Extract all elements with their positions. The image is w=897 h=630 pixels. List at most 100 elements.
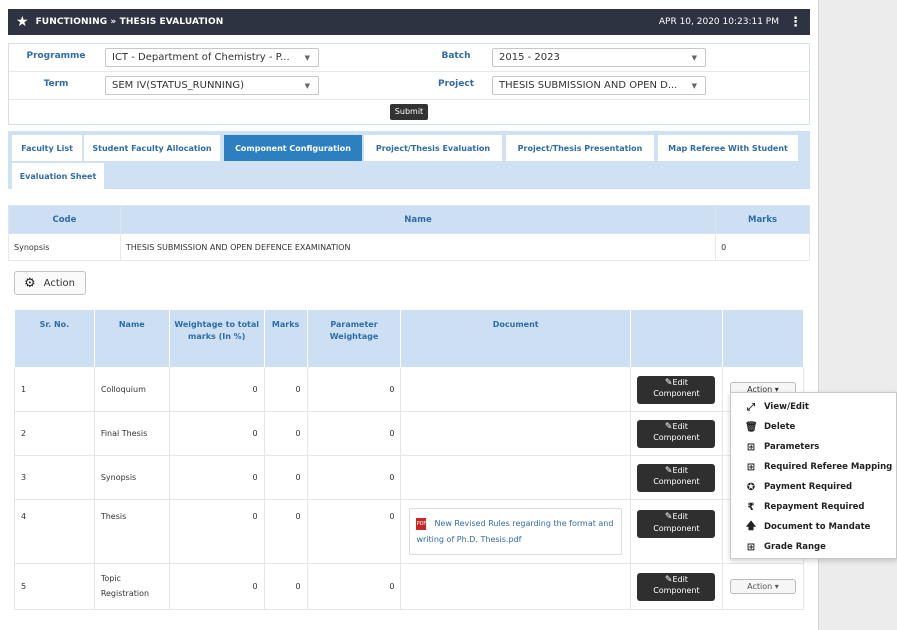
marks-cell: 0 <box>263 367 308 412</box>
action-button-label: Action <box>43 277 75 289</box>
table-row: 3 Synopsis 0 0 0 ✎Edit Component <box>14 455 805 500</box>
edit-component-button[interactable]: ✎Edit Component <box>637 572 716 601</box>
document-cell <box>400 563 631 610</box>
weightage-cell: 0 <box>168 499 265 564</box>
parameter-cell: 0 <box>306 563 402 610</box>
datetime: APR 10, 2020 10:23:11 PM <box>658 17 779 27</box>
edit-cell: ✎Edit Component <box>629 367 723 412</box>
action-dropdown-menu: ⤢ View/Edit 🗑 Delete ⊞ Parameters ⊞ Required… <box>730 392 897 559</box>
name-cell: Colloquium <box>93 367 170 412</box>
project-summary-table: Code Name Marks Synopsis THESIS SUBMISSI… <box>8 205 810 261</box>
document-cell <box>400 411 631 456</box>
column-header-marks: Marks <box>263 309 308 368</box>
badge-check-icon: ✪ <box>746 481 756 493</box>
action-button[interactable]: ⚙ Action <box>14 271 86 295</box>
column-header-weightage: Weightage to total marks (In %) <box>168 309 265 368</box>
column-header-sr-no: Sr. No. <box>14 309 95 368</box>
sr-cell: 4 <box>14 499 95 564</box>
menu-item-required-referee-mapping[interactable]: ⊞ Required Referee Mapping <box>745 459 892 475</box>
table-row: Synopsis THESIS SUBMISSION AND OPEN DEFE… <box>8 233 810 261</box>
marks-cell: 0 <box>263 455 308 500</box>
pdf-icon: PDF <box>416 517 427 530</box>
edit-component-button[interactable]: ✎Edit Component <box>637 463 716 492</box>
submit-button[interactable]: Submit <box>390 104 428 120</box>
document-filename: New Revised Rules regarding the format a… <box>416 519 614 544</box>
tab-bar: Faculty List Student Faculty Allocation … <box>8 131 810 189</box>
table-row: 5 Topic Registration 0 0 0 ✎Edit Componen… <box>14 563 805 610</box>
marks-cell: 0 <box>263 499 308 564</box>
breadcrumb: FUNCTIONING » THESIS EVALUATION <box>35 17 224 27</box>
rupee-icon: ₹ <box>747 501 755 513</box>
menu-item-repayment-required[interactable]: ₹ Repayment Required <box>745 499 865 515</box>
caret-down-icon: ▾ <box>774 582 779 591</box>
weightage-cell: 0 <box>168 367 265 412</box>
tab-project-thesis-presentation[interactable]: Project/Thesis Presentation <box>506 135 654 161</box>
term-select[interactable]: SEM IV(STATUS_RUNNING) ▼ <box>105 76 319 95</box>
edit-cell: ✎Edit Component <box>629 411 723 456</box>
filter-row-2: Term SEM IV(STATUS_RUNNING) ▼ Project THE… <box>9 72 809 100</box>
star-icon: ★ <box>16 14 29 30</box>
edit-component-button[interactable]: ✎Edit Component <box>637 375 716 404</box>
menu-item-parameters[interactable]: ⊞ Parameters <box>745 439 820 455</box>
edit-component-button[interactable]: ✎Edit Component <box>637 510 716 538</box>
menu-item-payment-required[interactable]: ✪ Payment Required <box>745 479 852 495</box>
row-action-dropdown[interactable]: Action ▾ <box>729 579 796 594</box>
programme-label: Programme <box>26 51 86 61</box>
sr-cell: 2 <box>14 411 95 456</box>
tab-evaluation-sheet[interactable]: Evaluation Sheet <box>12 163 104 189</box>
column-header-name: Name <box>93 309 170 368</box>
weightage-cell: 0 <box>168 563 265 610</box>
column-header-parameter-weightage: Parameter Weightage <box>306 309 402 368</box>
tab-component-configuration[interactable]: Component Configuration <box>224 135 362 161</box>
project-select[interactable]: THESIS SUBMISSION AND OPEN D... ▼ <box>492 76 706 95</box>
sr-cell: 3 <box>14 455 95 500</box>
plus-square-icon: ⊞ <box>746 441 756 453</box>
chevron-down-icon: ▼ <box>691 54 697 62</box>
programme-select[interactable]: ICT - Department of Chemistry - P... ▼ <box>105 48 319 67</box>
tab-student-faculty-allocation[interactable]: Student Faculty Allocation <box>84 135 220 161</box>
document-link[interactable]: PDF New Revised Rules regarding the forma… <box>409 508 622 555</box>
weightage-cell: 0 <box>168 411 265 456</box>
chevron-down-icon: ▼ <box>304 54 310 62</box>
name-cell: THESIS SUBMISSION AND OPEN DEFENCE EXAMI… <box>119 233 717 261</box>
tab-faculty-list[interactable]: Faculty List <box>12 135 82 161</box>
name-cell: Final Thesis <box>93 411 170 456</box>
column-header-name: Name <box>119 205 717 234</box>
code-cell: Synopsis <box>8 233 121 261</box>
marks-cell: 0 <box>263 563 308 610</box>
parameter-cell: 0 <box>306 455 402 500</box>
document-cell <box>400 455 631 500</box>
parameter-cell: 0 <box>306 499 402 564</box>
parameter-cell: 0 <box>306 367 402 412</box>
menu-item-grade-range[interactable]: ⊞ Grade Range <box>745 539 826 555</box>
column-header-document: Document <box>400 309 631 368</box>
chevron-down-icon: ▼ <box>304 82 310 90</box>
component-table: Sr. No. Name Weightage to total marks (I… <box>14 309 805 610</box>
batch-select[interactable]: 2015 - 2023 ▼ <box>492 48 706 67</box>
sr-cell: 5 <box>14 563 95 610</box>
edit-component-button[interactable]: ✎Edit Component <box>637 419 716 448</box>
menu-item-delete[interactable]: 🗑 Delete <box>745 419 795 435</box>
marks-cell: 0 <box>715 233 810 261</box>
kebab-menu-icon[interactable]: ⋮ <box>789 16 802 29</box>
tab-map-referee-with-student[interactable]: Map Referee With Student <box>658 135 798 161</box>
column-header-code: Code <box>8 205 121 234</box>
document-cell <box>400 367 631 412</box>
tab-project-thesis-evaluation[interactable]: Project/Thesis Evaluation <box>364 135 502 161</box>
top-bar: ★ FUNCTIONING » THESIS EVALUATION APR 10… <box>8 9 810 35</box>
column-header-marks: Marks <box>715 205 810 234</box>
marks-cell: 0 <box>263 411 308 456</box>
arrow-up-icon: 🡅 <box>745 520 757 532</box>
edit-cell: ✎Edit Component <box>629 563 723 610</box>
table-row: 4 Thesis 0 0 0 PDF New Revised Rules rega… <box>14 499 805 564</box>
filter-row-1: Programme ICT - Department of Chemistry … <box>9 44 809 72</box>
menu-item-view-edit[interactable]: ⤢ View/Edit <box>745 399 809 415</box>
edit-cell: ✎Edit Component <box>629 499 723 564</box>
table-header-row: Code Name Marks <box>8 205 810 234</box>
column-header-action <box>721 309 805 368</box>
document-cell: PDF New Revised Rules regarding the forma… <box>400 499 631 564</box>
chevron-down-icon: ▼ <box>691 82 697 90</box>
menu-item-document-to-mandate[interactable]: 🡅 Document to Mandate <box>745 519 871 535</box>
weightage-cell: 0 <box>168 455 265 500</box>
name-cell: Synopsis <box>93 455 170 500</box>
